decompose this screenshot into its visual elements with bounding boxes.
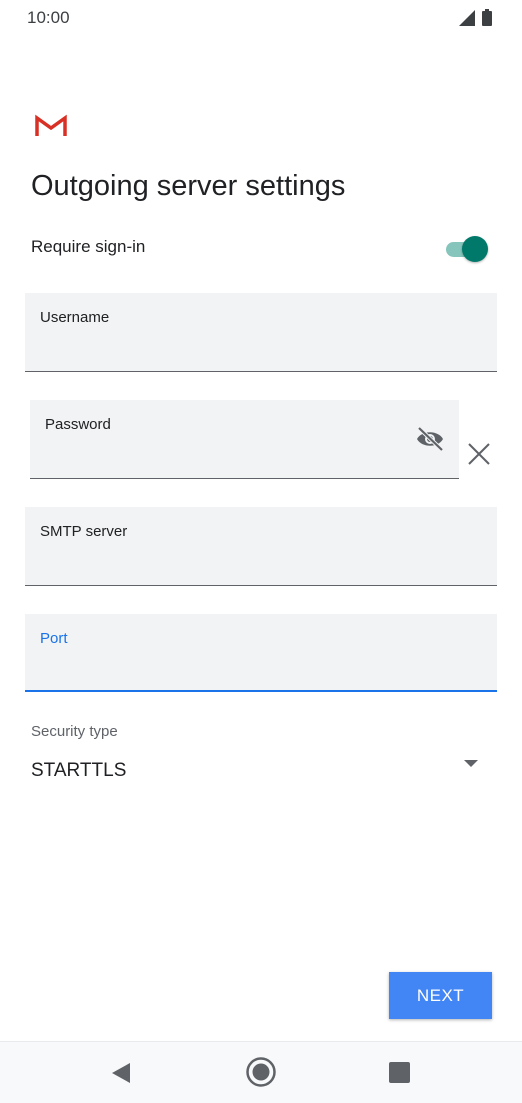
- home-icon[interactable]: [245, 1056, 277, 1088]
- status-icons: [459, 9, 492, 26]
- gmail-logo-icon: [35, 114, 67, 136]
- page-title: Outgoing server settings: [31, 170, 346, 202]
- status-bar: 10:00: [0, 0, 522, 36]
- require-signin-toggle[interactable]: [446, 236, 488, 262]
- status-time: 10:00: [27, 8, 70, 27]
- battery-icon: [482, 9, 492, 26]
- username-field[interactable]: Username: [25, 293, 497, 372]
- username-label: Username: [40, 309, 110, 326]
- next-button[interactable]: NEXT: [389, 972, 492, 1019]
- password-label: Password: [45, 416, 111, 433]
- password-field[interactable]: Password: [30, 400, 459, 479]
- smtp-server-label: SMTP server: [40, 523, 128, 540]
- visibility-off-icon[interactable]: [415, 426, 445, 452]
- navigation-bar: [0, 1041, 522, 1103]
- toggle-thumb: [462, 236, 488, 262]
- dropdown-arrow-icon[interactable]: [464, 759, 478, 769]
- require-signin-label: Require sign-in: [31, 237, 146, 256]
- port-label: Port: [40, 630, 68, 647]
- signal-icon: [459, 9, 475, 26]
- security-type-select[interactable]: STARTTLS: [31, 760, 126, 782]
- recents-icon[interactable]: [389, 1062, 410, 1083]
- smtp-server-field[interactable]: SMTP server: [25, 507, 497, 586]
- back-icon[interactable]: [110, 1061, 132, 1085]
- security-type-label: Security type: [31, 723, 118, 740]
- port-field[interactable]: Port: [25, 614, 497, 692]
- close-icon[interactable]: [466, 441, 492, 467]
